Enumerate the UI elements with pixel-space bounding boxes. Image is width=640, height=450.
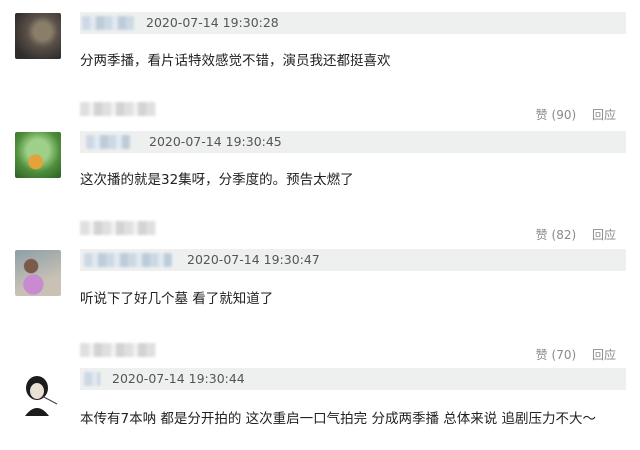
reply-user-blurred[interactable] [80, 343, 156, 357]
comment-text: 这次播的就是32集呀，分季度的。预告太燃了 [80, 172, 354, 188]
like-button[interactable]: 赞 (90) [536, 108, 576, 122]
timestamp: 2020-07-14 19:30:28 [146, 15, 279, 30]
username-blurred[interactable] [86, 135, 130, 149]
avatar[interactable] [15, 13, 61, 59]
like-count: (70) [551, 348, 577, 362]
comment-text: 本传有7本呐 都是分开拍的 这次重启一口气拍完 分成两季播 总体来说 追剧压力不… [80, 411, 597, 427]
reply-button[interactable]: 回应 [592, 348, 616, 362]
timestamp: 2020-07-14 19:30:47 [187, 252, 320, 267]
like-count: (90) [551, 108, 577, 122]
username-blurred[interactable] [84, 253, 172, 267]
username-blurred[interactable] [82, 16, 134, 30]
comment-meta: 2020-07-14 19:30:44 [80, 368, 626, 390]
like-button[interactable]: 赞 (82) [536, 228, 576, 242]
comment-actions: 赞 (70) 回应 [524, 346, 616, 363]
reply-user-blurred[interactable] [80, 221, 156, 235]
like-button[interactable]: 赞 (70) [536, 348, 576, 362]
avatar[interactable] [15, 132, 61, 178]
comment-meta: 2020-07-14 19:30:45 [80, 131, 626, 153]
comment-meta: 2020-07-14 19:30:28 [80, 12, 626, 34]
comment-actions: 赞 (90) 回应 [524, 106, 616, 123]
comment-actions: 赞 (82) 回应 [524, 226, 616, 243]
timestamp: 2020-07-14 19:30:45 [149, 134, 282, 149]
timestamp: 2020-07-14 19:30:44 [112, 371, 245, 386]
like-count: (82) [551, 228, 577, 242]
reply-button[interactable]: 回应 [592, 228, 616, 242]
like-label: 赞 [535, 108, 548, 122]
like-label: 赞 [535, 228, 548, 242]
like-label: 赞 [535, 348, 548, 362]
avatar-portrait-icon [25, 376, 58, 416]
reply-button[interactable]: 回应 [592, 108, 616, 122]
reply-user-blurred[interactable] [80, 102, 156, 116]
avatar[interactable] [15, 250, 61, 296]
comment-text: 分两季播，看片话特效感觉不错，演员我还都挺喜欢 [80, 53, 391, 69]
username-blurred[interactable] [84, 372, 100, 386]
comment-text: 听说下了好几个墓 看了就知道了 [80, 291, 274, 307]
comment-meta: 2020-07-14 19:30:47 [80, 249, 626, 271]
avatar[interactable] [15, 370, 61, 416]
